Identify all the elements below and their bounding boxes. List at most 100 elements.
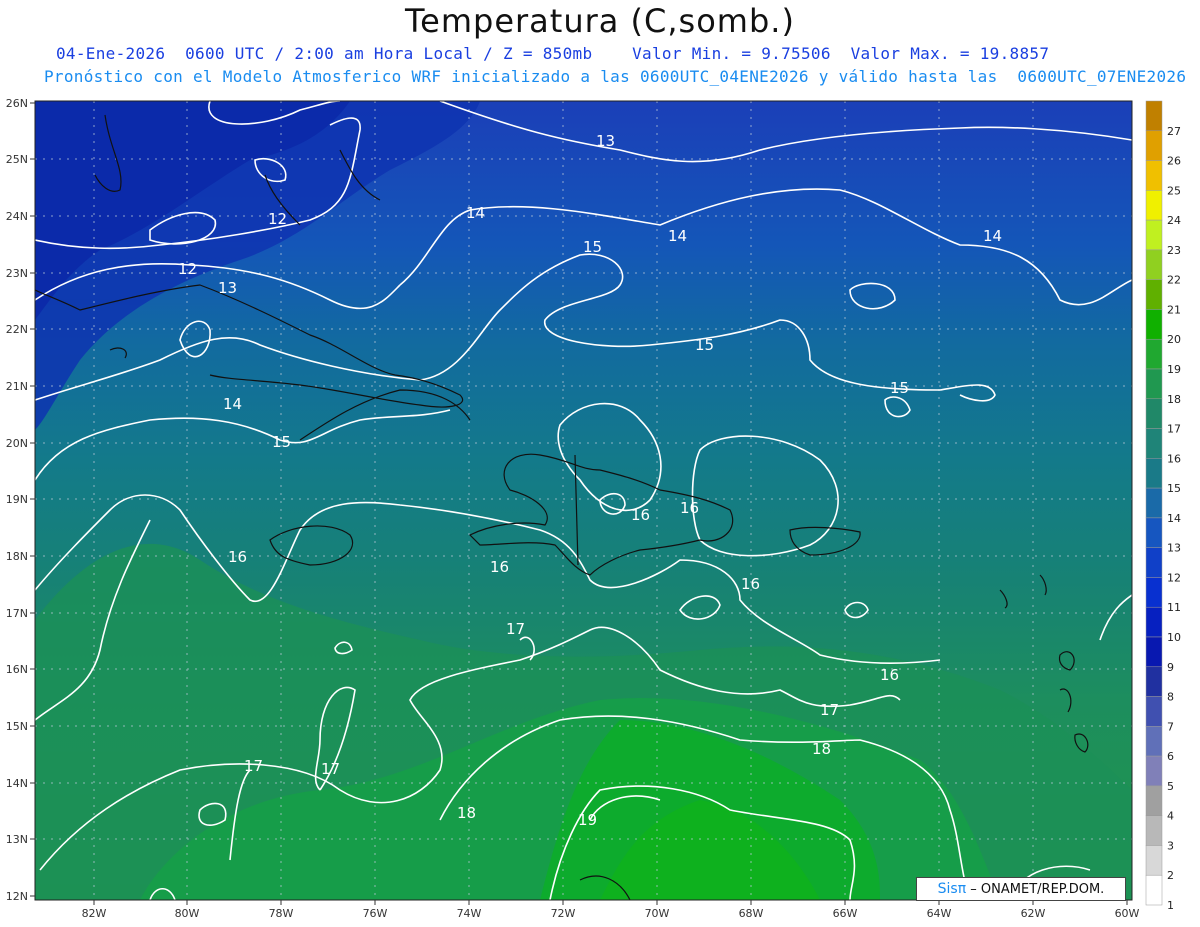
lon-label: 78W — [269, 907, 294, 920]
colorbar-box — [1145, 249, 1163, 280]
colorbar-box — [1145, 845, 1163, 876]
colorbar-box — [1145, 190, 1163, 221]
lon-label: 60W — [1115, 907, 1140, 920]
colorbar-box — [1145, 368, 1163, 400]
temperature-map: 13 12 12 13 14 14 14 14 15 15 15 15 16 1… — [6, 97, 1181, 920]
colorbar-box — [1145, 666, 1163, 697]
lat-label: 14N — [6, 777, 28, 790]
credit-box: Sisπ – ONAMET/REP.DOM. — [916, 877, 1126, 901]
colorbar-label: 24 — [1167, 214, 1181, 227]
lon-label: 62W — [1021, 907, 1046, 920]
colorbar-box — [1145, 309, 1163, 340]
contour-label: 15 — [890, 379, 909, 397]
contour-label: 13 — [596, 132, 615, 150]
lat-label: 25N — [6, 153, 28, 166]
contour-label: 16 — [228, 548, 247, 566]
colorbar-label: 15 — [1167, 482, 1181, 495]
lat-label: 19N — [6, 493, 28, 506]
colorbar-box — [1145, 636, 1163, 668]
colorbar-box — [1145, 428, 1163, 459]
contour-label: 13 — [218, 279, 237, 297]
lat-label: 26N — [6, 97, 28, 110]
contour-label: 18 — [812, 740, 831, 758]
lat-label: 16N — [6, 663, 28, 676]
lat-label: 21N — [6, 380, 28, 393]
colorbar-box — [1145, 130, 1163, 161]
contour-label: 16 — [680, 499, 699, 517]
colorbar-label: 14 — [1167, 512, 1181, 525]
colorbar-label: 26 — [1167, 155, 1181, 168]
lat-label: 23N — [6, 267, 28, 280]
forecast-model-line: Pronóstico con el Modelo Atmosferico WRF… — [44, 67, 1187, 86]
contour-label: 17 — [506, 620, 525, 638]
colorbar-label: 25 — [1167, 184, 1181, 197]
colorbar-label: 10 — [1167, 631, 1181, 644]
colorbar-label: 2 — [1167, 869, 1174, 882]
colorbar-label: 16 — [1167, 452, 1181, 465]
contour-label: 17 — [820, 701, 839, 719]
colorbar-box — [1145, 100, 1163, 132]
colorbar-label: 22 — [1167, 274, 1181, 287]
lat-label: 18N — [6, 550, 28, 563]
colorbar: 2726252423222120191817161514131211109876… — [1145, 100, 1181, 912]
colorbar-box — [1145, 279, 1163, 310]
plot-area: 13 12 12 13 14 14 14 14 15 15 15 15 16 1… — [34, 100, 1133, 901]
contour-label: 16 — [880, 666, 899, 684]
colorbar-label: 6 — [1167, 750, 1174, 763]
lat-label: 24N — [6, 210, 28, 223]
lon-label: 66W — [833, 907, 858, 920]
colorbar-box — [1145, 547, 1163, 578]
colorbar-label: 8 — [1167, 691, 1174, 704]
colorbar-box — [1145, 785, 1163, 816]
contour-label: 16 — [741, 575, 760, 593]
colorbar-label: 17 — [1167, 423, 1181, 436]
contour-label: 14 — [223, 395, 242, 413]
lat-label: 22N — [6, 323, 28, 336]
colorbar-box — [1145, 458, 1163, 489]
contour-label: 14 — [668, 227, 687, 245]
contour-label: 15 — [272, 433, 291, 451]
contour-label: 12 — [178, 260, 197, 278]
colorbar-box — [1145, 726, 1163, 757]
colorbar-box — [1145, 160, 1163, 191]
colorbar-label: 1 — [1167, 899, 1174, 912]
colorbar-box — [1145, 696, 1163, 727]
lat-label: 17N — [6, 607, 28, 620]
lat-label: 15N — [6, 720, 28, 733]
contour-label: 17 — [321, 760, 340, 778]
lon-label: 68W — [739, 907, 764, 920]
colorbar-label: 12 — [1167, 571, 1181, 584]
contour-label: 15 — [583, 238, 602, 256]
sispi-logo: Sisπ — [937, 881, 967, 897]
colorbar-label: 19 — [1167, 363, 1181, 376]
lon-label: 76W — [363, 907, 388, 920]
colorbar-box — [1145, 487, 1163, 519]
colorbar-box — [1145, 815, 1163, 846]
lat-label: 20N — [6, 437, 28, 450]
colorbar-box — [1145, 338, 1163, 370]
lon-label: 64W — [927, 907, 952, 920]
colorbar-box — [1145, 755, 1163, 787]
colorbar-label: 20 — [1167, 333, 1181, 346]
credit-text: – ONAMET/REP.DOM. — [970, 882, 1105, 897]
contour-label: 16 — [631, 506, 650, 524]
contour-label: 19 — [578, 811, 597, 829]
colorbar-label: 23 — [1167, 244, 1181, 257]
latitude-axis: 26N 25N 24N 23N 22N 21N 20N 19N 18N 17N … — [6, 97, 35, 903]
contour-label: 16 — [490, 558, 509, 576]
colorbar-label: 21 — [1167, 303, 1181, 316]
contour-label: 17 — [244, 757, 263, 775]
colorbar-box — [1145, 606, 1163, 638]
colorbar-box — [1145, 517, 1163, 548]
forecast-time-line: 04-Ene-2026 0600 UTC / 2:00 am Hora Loca… — [56, 44, 1050, 63]
map-title: Temperatura (C,somb.) — [405, 2, 795, 40]
lon-label: 82W — [82, 907, 107, 920]
lat-label: 12N — [6, 890, 28, 903]
lon-label: 70W — [645, 907, 670, 920]
longitude-axis: 82W 80W 78W 76W 74W 72W 70W 68W 66W 64W … — [82, 900, 1140, 920]
colorbar-box — [1145, 219, 1163, 251]
colorbar-label: 9 — [1167, 661, 1174, 674]
colorbar-label: 27 — [1167, 125, 1181, 138]
lon-label: 80W — [175, 907, 200, 920]
contour-label: 14 — [466, 204, 485, 222]
